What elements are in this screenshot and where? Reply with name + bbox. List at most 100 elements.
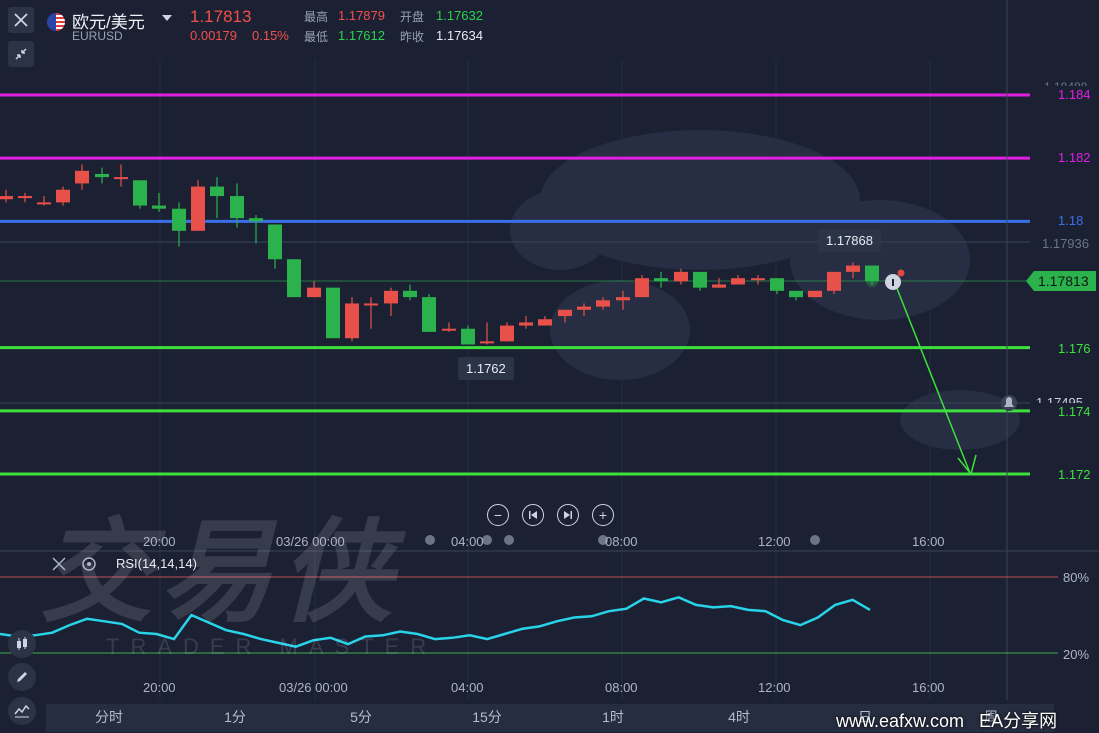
close-button[interactable] [8, 7, 34, 33]
open-value: 1.17632 [436, 8, 483, 23]
indicator-settings-icon[interactable] [81, 556, 97, 572]
candle [75, 164, 89, 190]
timeframe-5[interactable]: 4时 [676, 704, 802, 732]
site-watermark: www.eafxw.com EA分享网 [836, 707, 1057, 733]
candle [674, 268, 688, 285]
candle [654, 271, 668, 288]
candle [191, 180, 205, 231]
candle-icon [17, 637, 27, 650]
timeframe-0[interactable]: 分时 [46, 704, 172, 732]
candle [95, 167, 109, 184]
candle-type-button[interactable] [8, 630, 36, 658]
jump-start-button[interactable] [522, 504, 544, 526]
timeframe-4[interactable]: 1时 [550, 704, 676, 732]
skip-forward-icon [564, 511, 572, 519]
rsi-time-label-4: 08:00 [605, 680, 638, 695]
zoom-out-button[interactable]: − [487, 504, 509, 526]
candle [307, 281, 321, 298]
candle [519, 316, 533, 329]
chart-canvas[interactable] [0, 0, 1099, 732]
flag-icon [47, 13, 65, 31]
candle [693, 271, 707, 291]
timeframe-1[interactable]: 1分 [172, 704, 298, 732]
alert-bell-icon[interactable] [1001, 395, 1017, 411]
candle [56, 186, 70, 206]
close-indicator-icon[interactable] [52, 557, 66, 571]
candle [789, 290, 803, 301]
background-map [510, 130, 1020, 450]
price-tag-1176: 1.176 [1032, 340, 1091, 358]
price-tag-1184: 1.184 [1032, 86, 1091, 104]
rsi-time-label-3: 04:00 [451, 680, 484, 695]
high-marker-bubble: 1.17868 [818, 229, 881, 252]
candle [403, 284, 417, 301]
candle [114, 164, 128, 187]
current-price-tag: 1.17813 [1026, 271, 1096, 291]
candle [770, 278, 784, 294]
price-tag-1174: 1.174 [1032, 403, 1091, 421]
timeframe-3[interactable]: 15分 [424, 704, 550, 732]
high-label: 最高 [304, 10, 329, 24]
high-value: 1.17879 [338, 8, 385, 23]
rsi-upper-label: 80% [1063, 570, 1090, 585]
current-price-tag-text: 1.17813 [1038, 273, 1089, 289]
price-axis-ref: 1.17936 [1042, 236, 1089, 251]
price-tag-1172: 1.172 [1032, 466, 1091, 484]
rsi-time-label-1: 20:00 [143, 680, 176, 695]
candle [18, 192, 32, 203]
candle [133, 180, 147, 209]
low-value: 1.17612 [338, 28, 385, 43]
prev-close-label: 昨收 [400, 30, 425, 44]
candle [808, 290, 822, 298]
skip-back-icon [529, 511, 537, 519]
candle [345, 297, 359, 342]
candle [500, 322, 514, 342]
price-change-pct: 0.15% [252, 28, 289, 43]
indicator-button[interactable] [8, 697, 36, 725]
candle [422, 293, 436, 332]
timeframe-2[interactable]: 5分 [298, 704, 424, 732]
candle [712, 278, 726, 288]
pencil-icon [17, 672, 27, 682]
candle [268, 224, 282, 269]
rsi-label: RSI(14,14,14) [116, 556, 197, 571]
candle [249, 215, 263, 244]
pair-dropdown-icon[interactable] [162, 15, 172, 21]
candle [461, 325, 475, 345]
rsi-lower-label: 20% [1063, 647, 1090, 662]
collapse-button[interactable] [8, 41, 34, 67]
candle [37, 196, 51, 206]
site-url: www.eafxw.com [836, 711, 965, 731]
time-label-3: 04:00 [451, 534, 484, 549]
indicator-icon [14, 704, 30, 718]
low-marker-bubble: 1.1762 [458, 357, 514, 380]
rsi-time-label-5: 12:00 [758, 680, 791, 695]
time-label-4: 08:00 [605, 534, 638, 549]
time-label-2: 03/26 00:00 [276, 534, 345, 549]
candle [442, 322, 456, 332]
rsi-line [0, 595, 871, 648]
price-tag-118: 1.18 [1032, 212, 1088, 230]
candle [172, 202, 186, 247]
candle [152, 192, 166, 212]
candle [538, 316, 552, 326]
candle [287, 259, 301, 298]
current-price: 1.17813 [190, 7, 252, 26]
close-icon [14, 13, 28, 27]
zoom-in-button[interactable]: + [592, 504, 614, 526]
last-price-pulse [866, 275, 878, 287]
rsi-time-label-6: 16:00 [912, 680, 945, 695]
candle [635, 275, 649, 298]
symbol-code: EURUSD [72, 29, 123, 43]
candle [0, 189, 13, 203]
rsi-time-label-2: 03/26 00:00 [279, 680, 348, 695]
collapse-icon [15, 48, 27, 60]
candle [480, 322, 494, 345]
time-label-1: 20:00 [143, 534, 176, 549]
jump-end-button[interactable] [557, 504, 579, 526]
candle [326, 287, 340, 339]
draw-tool-button[interactable] [8, 663, 36, 691]
price-change: 0.00179 [190, 28, 237, 43]
prev-close-value: 1.17634 [436, 28, 483, 43]
site-brand: EA分享网 [979, 711, 1058, 731]
